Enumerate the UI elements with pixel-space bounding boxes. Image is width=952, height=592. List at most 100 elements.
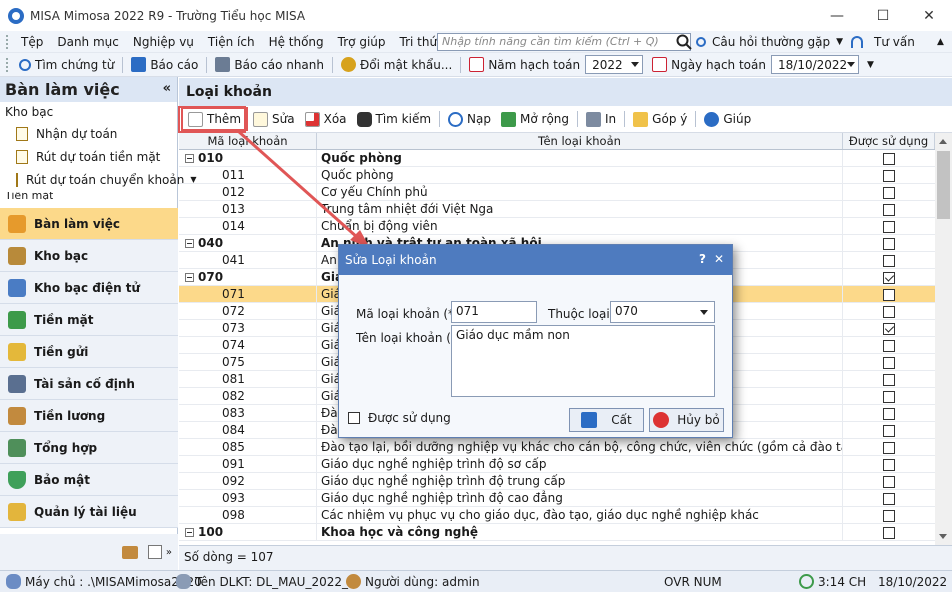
column-header-name[interactable]: Tên loại khoản [317, 133, 843, 149]
collapse-sidebar-icon[interactable]: « [163, 81, 171, 96]
name-textarea[interactable]: Giáo dục mầm non [451, 325, 715, 397]
table-row[interactable]: 091 Giáo dục nghề nghiệp trình độ sơ cấp [179, 456, 935, 473]
nav-tien-mat[interactable]: Tiền mặt [0, 304, 178, 336]
toolbar-grip[interactable] [6, 34, 10, 49]
add-button[interactable]: Thêm [181, 107, 249, 131]
used-checkbox[interactable] [883, 221, 895, 233]
faq-menu[interactable]: Câu hỏi thường gặp [712, 35, 830, 49]
fiscal-year-select[interactable]: 2022 [585, 55, 644, 74]
chevron-double-down-icon[interactable]: » [166, 547, 172, 558]
nav-bao-mat[interactable]: Bảo mật [0, 464, 178, 496]
chevron-down-icon[interactable]: ▼ [836, 37, 843, 47]
used-checkbox[interactable]: Được sử dụng [348, 411, 451, 425]
used-checkbox[interactable] [883, 527, 895, 539]
parent-select[interactable]: 070 [610, 301, 715, 323]
nav-kho-bac[interactable]: Kho bạc [0, 240, 178, 272]
minimize-icon[interactable]: — [814, 0, 860, 31]
used-checkbox[interactable] [883, 510, 895, 522]
advice-menu[interactable]: Tư vấn [874, 35, 915, 49]
table-row[interactable]: 012 Cơ yếu Chính phủ [179, 184, 935, 201]
used-checkbox[interactable] [883, 306, 895, 318]
dialog-close-button[interactable]: ✕ [714, 252, 724, 266]
expand-button[interactable]: Mở rộng [496, 107, 574, 131]
posting-date-picker[interactable]: 18/10/2022 [771, 55, 859, 74]
code-input[interactable]: 071 [451, 301, 537, 323]
cancel-button[interactable]: Hủy bỏ [649, 408, 724, 432]
table-row[interactable]: 100 Khoa học và công nghệ [179, 524, 935, 541]
column-header-code[interactable]: Mã loại khoản [179, 133, 317, 149]
nav-kho-bac-dien-tu[interactable]: Kho bạc điện tử [0, 272, 178, 304]
table-row[interactable]: 014 Chuẩn bị động viên [179, 218, 935, 235]
used-checkbox[interactable] [883, 391, 895, 403]
menu-tien-ich[interactable]: Tiện ích [201, 35, 262, 49]
find-button[interactable]: Tìm kiếm [352, 107, 437, 131]
menu-he-thong[interactable]: Hệ thống [262, 35, 331, 49]
nav-tien-gui[interactable]: Tiền gửi [0, 336, 178, 368]
quick-report-button[interactable]: Báo cáo nhanh [210, 57, 329, 72]
table-row[interactable]: 013 Trung tâm nhiệt đới Việt Nga [179, 201, 935, 218]
help-button[interactable]: Giúp [699, 107, 756, 131]
collapse-icon[interactable] [185, 154, 194, 163]
table-row[interactable]: 098 Các nhiệm vụ phục vụ cho giáo dục, đà… [179, 507, 935, 524]
grid-scrollbar[interactable] [935, 133, 952, 545]
menu-nghiep-vu[interactable]: Nghiệp vụ [126, 35, 201, 49]
edit-button[interactable]: Sửa [248, 107, 300, 131]
delete-button[interactable]: Xóa [300, 107, 352, 131]
feedback-button[interactable]: Góp ý [628, 107, 692, 131]
used-checkbox[interactable] [883, 323, 895, 335]
nav-tong-hop[interactable]: Tổng hợp [0, 432, 178, 464]
used-checkbox[interactable] [883, 204, 895, 216]
menu-tro-giup[interactable]: Trợ giúp [331, 35, 393, 49]
menu-danh-muc[interactable]: Danh mục [50, 35, 126, 49]
used-checkbox[interactable] [883, 442, 895, 454]
used-checkbox[interactable] [883, 425, 895, 437]
used-checkbox[interactable] [883, 170, 895, 182]
print-button[interactable]: In [581, 107, 621, 131]
collapse-icon[interactable] [185, 239, 194, 248]
used-checkbox[interactable] [883, 238, 895, 250]
dialog-help-button[interactable]: ? [699, 252, 706, 266]
used-checkbox[interactable] [883, 153, 895, 165]
search-icon[interactable] [676, 34, 692, 50]
close-icon[interactable]: ✕ [906, 0, 952, 31]
save-button[interactable]: Cất [569, 408, 644, 432]
maximize-icon[interactable]: ☐ [860, 0, 906, 31]
scroll-up-icon[interactable] [939, 139, 947, 144]
menu-tep[interactable]: Tệp [14, 35, 50, 49]
headset-icon[interactable] [851, 36, 864, 48]
toolbar-grip[interactable] [6, 57, 10, 72]
table-row[interactable]: 093 Giáo dục nghề nghiệp trình độ cao đẳn… [179, 490, 935, 507]
sidebar-item-rut-du-toan-tien-mat[interactable]: Rút dự toán tiền mặt [0, 145, 177, 168]
used-checkbox[interactable] [883, 272, 895, 284]
column-header-used[interactable]: Được sử dụng [843, 133, 935, 149]
toolbar-overflow-icon[interactable]: ▼ [867, 60, 874, 70]
voucher-search-button[interactable]: Tìm chứng từ [14, 58, 119, 72]
used-checkbox[interactable] [883, 289, 895, 301]
edit-icon[interactable] [147, 545, 162, 559]
nav-quan-ly-tai-lieu[interactable]: Quản lý tài liệu [0, 496, 178, 528]
sidebar-item-nhan-du-toan[interactable]: Nhận dự toán [0, 122, 177, 145]
used-checkbox[interactable] [883, 255, 895, 267]
collapse-icon[interactable] [185, 273, 194, 282]
used-checkbox[interactable] [883, 374, 895, 386]
table-row[interactable]: 085 Đào tạo lại, bồi dưỡng nghiệp vụ khác… [179, 439, 935, 456]
used-checkbox[interactable] [883, 476, 895, 488]
used-checkbox[interactable] [883, 187, 895, 199]
used-checkbox[interactable] [883, 493, 895, 505]
feature-search-input[interactable]: Nhập tính năng cần tìm kiếm (Ctrl + Q) [437, 33, 691, 51]
nav-tai-san-co-dinh[interactable]: Tài sản cố định [0, 368, 178, 400]
used-checkbox[interactable] [883, 357, 895, 369]
sidebar-item-rut-du-toan-chuyen-khoan[interactable]: Rút dự toán chuyển khoản ▼ [0, 168, 197, 191]
change-password-button[interactable]: Đổi mật khẩu... [336, 57, 457, 72]
reload-button[interactable]: Nạp [443, 107, 496, 131]
collapse-icon[interactable] [185, 528, 194, 537]
table-row[interactable]: 010 Quốc phòng [179, 150, 935, 167]
table-row[interactable]: 011 Quốc phòng [179, 167, 935, 184]
used-checkbox[interactable] [883, 459, 895, 471]
nav-tien-luong[interactable]: Tiền lương [0, 400, 178, 432]
scrollbar-thumb[interactable] [937, 151, 950, 219]
used-checkbox[interactable] [883, 408, 895, 420]
used-checkbox-box[interactable] [348, 412, 360, 424]
chevron-up-icon[interactable]: ▲ [937, 31, 944, 53]
table-row[interactable]: 092 Giáo dục nghề nghiệp trình độ trung c… [179, 473, 935, 490]
